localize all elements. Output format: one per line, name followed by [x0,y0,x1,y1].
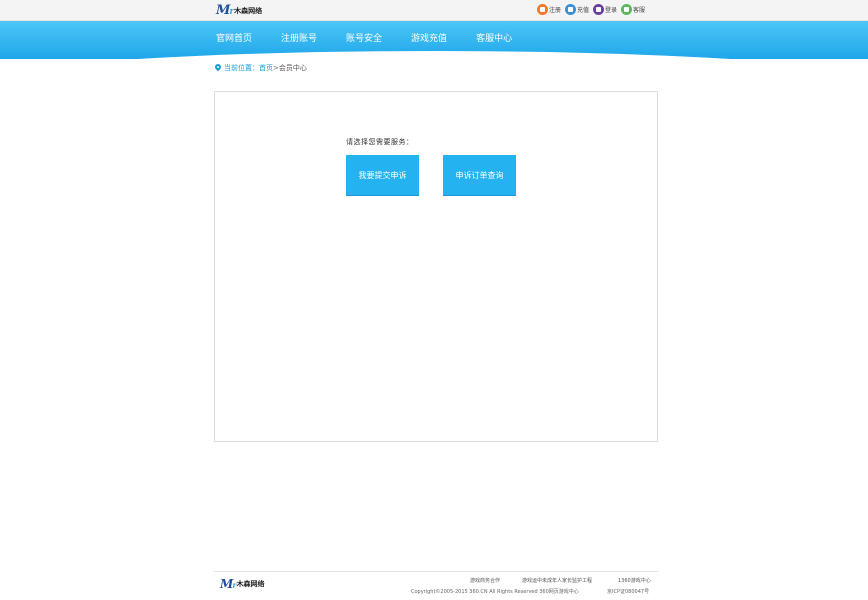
footer-link-game-center[interactable]: 1360游戏中心 [618,577,651,584]
query-appeal-button[interactable]: 申诉订单查询 [443,155,516,196]
breadcrumb-prefix: 当前位置： [224,64,259,72]
nav-item-security[interactable]: 账号安全 [346,31,382,44]
register-icon [537,4,548,15]
footer-divider [214,571,658,572]
service-icon [621,4,633,15]
service-prompt: 请选择您需要服务： [346,138,414,146]
login-label: 登录 [605,7,618,14]
service-link[interactable]: 客服 [621,4,645,15]
login-link[interactable]: 登录 [593,4,617,15]
logo-text: 木森网络 [234,6,263,15]
footer-icp: 京ICP证080047号 [607,589,650,595]
nav-item-register[interactable]: 注册账号 [281,31,317,44]
recharge-icon [565,4,577,15]
footer-copyright: Copyright©2005-2015 360.CN All Rights Re… [411,589,579,595]
breadcrumb-current: 会员中心 [278,64,307,72]
site-logo[interactable]: Mr 木森网络 [216,3,262,18]
login-icon [593,4,605,15]
footer-link-business[interactable]: 游戏商务合作 [470,577,500,584]
nav-item-service[interactable]: 客服中心 [476,31,512,44]
recharge-link[interactable]: 充值 [565,4,589,15]
top-bar: Mr 木森网络 注册 充值 登录 客服 [0,0,868,21]
recharge-label: 充值 [577,7,590,14]
nav-item-home[interactable]: 官网首页 [216,31,252,44]
breadcrumb: 当前位置： 首页 > 会员中心 [215,63,307,73]
main-nav: 官网首页 注册账号 账号安全 游戏充值 客服中心 [0,21,868,59]
footer-link-guardian[interactable]: 游戏运中未成年人家长监护工程 [522,577,592,584]
top-links: 注册 充值 登录 客服 [537,4,649,15]
submit-appeal-button[interactable]: 我要提交申诉 [346,155,419,196]
nav-item-recharge[interactable]: 游戏充值 [411,31,447,44]
register-link[interactable]: 注册 [537,4,561,15]
service-label: 客服 [633,7,646,14]
register-label: 注册 [549,7,562,14]
service-panel: 请选择您需要服务： 我要提交申诉 申诉订单查询 [214,91,658,442]
logo-mark: Mr [216,3,234,18]
breadcrumb-home-link[interactable]: 首页 [259,63,273,73]
footer-links: 游戏商务合作 游戏运中未成年人家长监护工程 1360游戏中心 [0,577,868,585]
location-pin-icon [215,64,221,72]
